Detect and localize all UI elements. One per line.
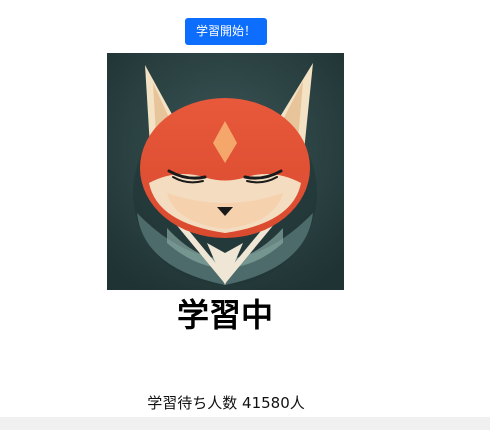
status-heading: 学習中 (176, 296, 273, 334)
queue-count-line: 学習待ち人数 41580人 (0, 392, 452, 414)
footer-bar (0, 417, 490, 430)
queue-count: 41580 (242, 394, 290, 412)
queue-unit: 人 (289, 394, 305, 412)
queue-label: 学習待ち人数 (147, 394, 238, 412)
fox-icon (107, 53, 344, 290)
start-learning-button[interactable]: 学習開始！ (185, 18, 267, 45)
